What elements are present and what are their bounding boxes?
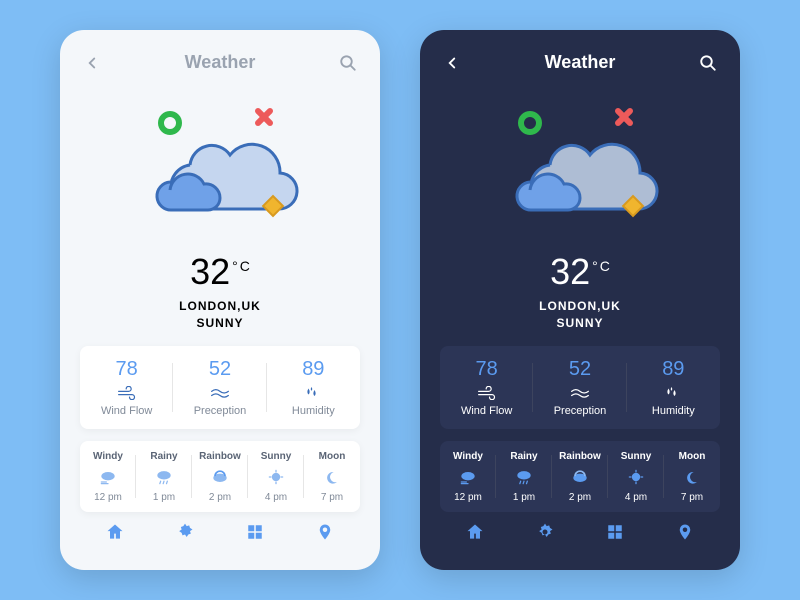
pin-icon bbox=[316, 522, 334, 542]
temperature-value: 32°C bbox=[80, 251, 360, 293]
cloud-illustration-icon bbox=[490, 95, 670, 235]
back-button[interactable] bbox=[80, 51, 104, 75]
stat-preception: 52 Preception bbox=[173, 346, 266, 429]
nav-home[interactable] bbox=[464, 521, 486, 543]
stat-windflow: 78Wind Flow bbox=[440, 346, 533, 429]
temperature-value: 32°C bbox=[440, 251, 720, 293]
rainbow-icon bbox=[194, 467, 246, 487]
bottom-nav bbox=[80, 512, 360, 552]
weather-hero bbox=[440, 86, 720, 245]
chevron-left-icon bbox=[83, 54, 101, 72]
stat-humidity: 89 Humidity bbox=[267, 346, 360, 429]
temperature-block: 32°C LONDON,UK SUNNY bbox=[440, 251, 720, 330]
header: Weather bbox=[440, 48, 720, 78]
wave-icon bbox=[537, 385, 622, 401]
stats-row: 78 Wind Flow 52 Preception 89 Humidity bbox=[80, 346, 360, 429]
wind-icon bbox=[84, 385, 169, 401]
gear-icon bbox=[175, 522, 195, 542]
pin-icon bbox=[676, 522, 694, 542]
forecast-row: Windy12 pm Rainy1 pm Rainbow2 pm Sunny4 … bbox=[440, 441, 720, 513]
nav-location[interactable] bbox=[674, 521, 696, 543]
droplet-icon bbox=[631, 385, 716, 401]
temperature-block: 32°C LONDON,UK SUNNY bbox=[80, 251, 360, 330]
bottom-nav bbox=[440, 512, 720, 552]
rainy-icon bbox=[498, 467, 550, 487]
nav-settings[interactable] bbox=[174, 521, 196, 543]
phone-dark: Weather 32°C LONDON,UK SUNNY 78Wind Flow… bbox=[420, 30, 740, 570]
location-label: LONDON,UK bbox=[80, 299, 360, 313]
nav-grid[interactable] bbox=[244, 521, 266, 543]
location-label: LONDON,UK bbox=[440, 299, 720, 313]
wave-icon bbox=[177, 385, 262, 401]
rainy-icon bbox=[138, 467, 190, 487]
windy-icon bbox=[442, 467, 494, 487]
nav-home[interactable] bbox=[104, 521, 126, 543]
search-icon bbox=[339, 54, 357, 72]
forecast-item[interactable]: Moon7 pm bbox=[304, 441, 360, 513]
forecast-item[interactable]: Windy12 pm bbox=[440, 441, 496, 513]
moon-icon bbox=[306, 467, 358, 487]
forecast-item[interactable]: Sunny4 pm bbox=[608, 441, 664, 513]
forecast-item[interactable]: Rainbow2 pm bbox=[552, 441, 608, 513]
search-button[interactable] bbox=[336, 51, 360, 75]
grid-icon bbox=[246, 523, 264, 541]
nav-settings[interactable] bbox=[534, 521, 556, 543]
moon-icon bbox=[666, 467, 718, 487]
search-button[interactable] bbox=[696, 51, 720, 75]
condition-label: SUNNY bbox=[80, 316, 360, 330]
phone-light: Weather 32°C LONDON,UK SUNNY 78 Wind Flo… bbox=[60, 30, 380, 570]
sunny-icon bbox=[250, 467, 302, 487]
chevron-left-icon bbox=[443, 54, 461, 72]
windy-icon bbox=[82, 467, 134, 487]
home-icon bbox=[105, 522, 125, 542]
search-icon bbox=[699, 54, 717, 72]
page-title: Weather bbox=[545, 52, 616, 73]
wind-icon bbox=[444, 385, 529, 401]
grid-icon bbox=[606, 523, 624, 541]
weather-hero bbox=[80, 86, 360, 245]
rainbow-icon bbox=[554, 467, 606, 487]
home-icon bbox=[465, 522, 485, 542]
condition-label: SUNNY bbox=[440, 316, 720, 330]
droplet-icon bbox=[271, 385, 356, 401]
forecast-item[interactable]: Rainbow2 pm bbox=[192, 441, 248, 513]
stat-windflow: 78 Wind Flow bbox=[80, 346, 173, 429]
forecast-item[interactable]: Sunny4 pm bbox=[248, 441, 304, 513]
gear-icon bbox=[535, 522, 555, 542]
forecast-item[interactable]: Moon7 pm bbox=[664, 441, 720, 513]
back-button[interactable] bbox=[440, 51, 464, 75]
header: Weather bbox=[80, 48, 360, 78]
forecast-item[interactable]: Rainy1 pm bbox=[496, 441, 552, 513]
forecast-item[interactable]: Rainy1 pm bbox=[136, 441, 192, 513]
sunny-icon bbox=[610, 467, 662, 487]
stat-preception: 52Preception bbox=[533, 346, 626, 429]
forecast-row: Windy12 pm Rainy1 pm Rainbow2 pm Sunny4 … bbox=[80, 441, 360, 513]
forecast-item[interactable]: Windy12 pm bbox=[80, 441, 136, 513]
nav-grid[interactable] bbox=[604, 521, 626, 543]
page-title: Weather bbox=[185, 52, 256, 73]
stats-row: 78Wind Flow 52Preception 89Humidity bbox=[440, 346, 720, 429]
cloud-illustration-icon bbox=[130, 95, 310, 235]
stat-humidity: 89Humidity bbox=[627, 346, 720, 429]
nav-location[interactable] bbox=[314, 521, 336, 543]
